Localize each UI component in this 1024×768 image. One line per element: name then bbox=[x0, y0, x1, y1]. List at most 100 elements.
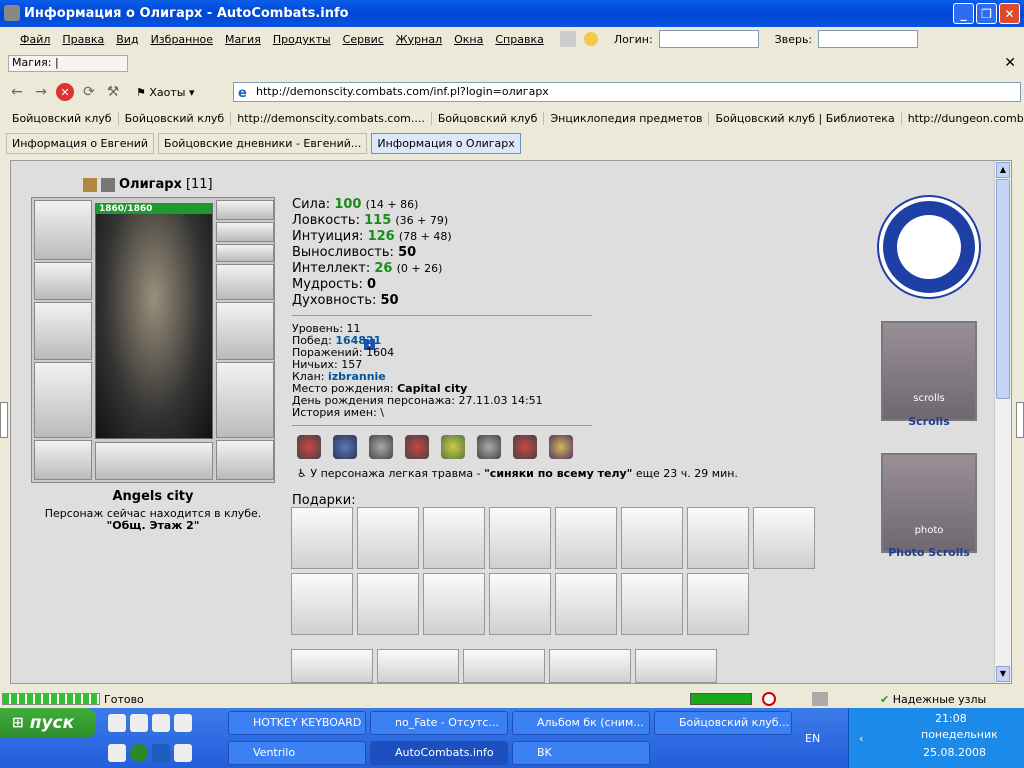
badge-icon[interactable] bbox=[477, 435, 501, 459]
task-album[interactable]: Альбом бк (сним... bbox=[512, 711, 650, 735]
menu-magic[interactable]: Магия bbox=[219, 33, 267, 46]
gift-item[interactable] bbox=[489, 507, 551, 569]
scrolls-banner[interactable]: scrolls bbox=[881, 321, 977, 421]
gift-item[interactable] bbox=[291, 649, 373, 683]
clock-time[interactable]: 21:08 bbox=[935, 712, 967, 725]
gift-item[interactable] bbox=[423, 573, 485, 635]
quicklaunch-icon[interactable] bbox=[108, 744, 126, 762]
task-ventrilo[interactable]: Ventrilo bbox=[228, 741, 366, 765]
amulet-slot[interactable] bbox=[216, 222, 274, 242]
quicklaunch-icon[interactable] bbox=[108, 714, 126, 732]
gift-item[interactable] bbox=[635, 649, 717, 683]
minimize-button[interactable]: _ bbox=[953, 3, 974, 24]
badge-icon[interactable] bbox=[369, 435, 393, 459]
gift-item[interactable] bbox=[357, 507, 419, 569]
ie-icon[interactable] bbox=[152, 744, 170, 762]
weapon-left-slot[interactable] bbox=[34, 302, 92, 360]
timer-icon[interactable] bbox=[762, 692, 776, 706]
menu-products[interactable]: Продукты bbox=[267, 33, 337, 46]
close-toolbar-icon[interactable]: ✕ bbox=[1004, 55, 1016, 71]
helmet-slot[interactable] bbox=[34, 200, 92, 260]
link-item[interactable]: Энциклопедия предметов bbox=[544, 111, 710, 125]
menu-journal[interactable]: Журнал bbox=[390, 33, 448, 46]
boots-slot[interactable] bbox=[216, 440, 274, 480]
tab-evgeniy-info[interactable]: Информация о Евгений bbox=[6, 133, 155, 154]
gift-item[interactable] bbox=[621, 573, 683, 635]
scroll-up-icon[interactable]: ▲ bbox=[996, 162, 1010, 178]
gift-item[interactable] bbox=[621, 507, 683, 569]
gift-item[interactable] bbox=[687, 507, 749, 569]
menu-help[interactable]: Справка bbox=[489, 33, 549, 46]
tray-expand-icon[interactable]: ‹ bbox=[859, 732, 863, 745]
gift-item[interactable] bbox=[753, 507, 815, 569]
task-nofate[interactable]: no_Fate - Отсутс... bbox=[370, 711, 508, 735]
quicklaunch-icon[interactable] bbox=[130, 714, 148, 732]
quicklaunch-icon[interactable] bbox=[174, 714, 192, 732]
quicklaunch-icon[interactable] bbox=[174, 744, 192, 762]
task-combats[interactable]: Бойцовский клуб... bbox=[654, 711, 792, 735]
task-bk-folder[interactable]: BK bbox=[512, 741, 650, 765]
language-indicator[interactable]: EN bbox=[805, 732, 820, 745]
menu-windows[interactable]: Окна bbox=[448, 33, 489, 46]
weapon-right-slot[interactable] bbox=[216, 302, 274, 360]
gift-item[interactable] bbox=[555, 573, 617, 635]
gift-item[interactable] bbox=[291, 507, 353, 569]
link-item[interactable]: http://demonscity.combats.com.... bbox=[231, 111, 432, 125]
gift-item[interactable] bbox=[291, 573, 353, 635]
login-select[interactable] bbox=[658, 30, 759, 48]
quicklaunch-icon[interactable] bbox=[152, 714, 170, 732]
badge-icon[interactable] bbox=[405, 435, 429, 459]
link-item[interactable]: Бойцовский клуб bbox=[119, 111, 232, 125]
gift-item[interactable] bbox=[377, 649, 459, 683]
menu-edit[interactable]: Правка bbox=[56, 33, 110, 46]
badge-icon[interactable] bbox=[297, 435, 321, 459]
magic-field[interactable]: Магия: | bbox=[8, 55, 128, 72]
start-button[interactable]: ⊞ пуск bbox=[0, 708, 96, 738]
badge-icon[interactable] bbox=[441, 435, 465, 459]
badge-icon[interactable] bbox=[549, 435, 573, 459]
sun-icon[interactable] bbox=[583, 32, 598, 46]
link-item[interactable]: http://dungeon.combats.com/lo... bbox=[902, 112, 1024, 125]
gloves-slot[interactable] bbox=[216, 264, 274, 300]
vertical-scrollbar[interactable]: ▲ ▼ bbox=[994, 161, 1011, 683]
gift-item[interactable] bbox=[489, 573, 551, 635]
bracers-slot[interactable] bbox=[34, 262, 92, 300]
rings-slot[interactable] bbox=[216, 244, 274, 262]
clan-logo[interactable] bbox=[879, 197, 979, 297]
beast-select[interactable] bbox=[818, 30, 919, 48]
menu-view[interactable]: Вид bbox=[110, 33, 144, 46]
photo-scrolls-banner[interactable]: photo bbox=[881, 453, 977, 553]
task-autocombats[interactable]: AutoCombats.info bbox=[370, 741, 508, 765]
scrolls-link[interactable]: Scrolls bbox=[871, 415, 987, 428]
link-item[interactable]: Бойцовский клуб bbox=[432, 111, 545, 125]
bk-icon[interactable] bbox=[559, 31, 576, 47]
task-hotkey[interactable]: HOTKEY KEYBOARD bbox=[228, 711, 366, 735]
gift-item[interactable] bbox=[463, 649, 545, 683]
belt-slot[interactable] bbox=[34, 440, 92, 480]
earrings-slot[interactable] bbox=[216, 200, 274, 220]
gift-item[interactable] bbox=[549, 649, 631, 683]
menu-favorites[interactable]: Избранное bbox=[145, 33, 219, 46]
right-panel-toggle[interactable] bbox=[1016, 402, 1024, 438]
scroll-thumb[interactable] bbox=[996, 179, 1010, 399]
tab-oligarh-info[interactable]: Информация о Олигарх bbox=[371, 133, 521, 154]
gift-item[interactable] bbox=[423, 507, 485, 569]
menu-service[interactable]: Сервис bbox=[337, 33, 390, 46]
maximize-button[interactable]: ❐ bbox=[976, 3, 997, 24]
gift-item[interactable] bbox=[357, 573, 419, 635]
armor-slot[interactable] bbox=[34, 362, 92, 438]
link-item[interactable]: Бойцовский клуб | Библиотека bbox=[709, 111, 902, 125]
gift-item[interactable] bbox=[555, 507, 617, 569]
badge-icon[interactable] bbox=[333, 435, 357, 459]
legs-slot[interactable] bbox=[216, 362, 274, 438]
photo-scrolls-link[interactable]: Photo Scrolls bbox=[871, 546, 987, 559]
tools-icon[interactable]: ⚒ bbox=[104, 83, 122, 101]
address-bar[interactable]: e http://demonscity.combats.com/inf.pl?l… bbox=[233, 82, 1021, 102]
tab-diaries[interactable]: Бойцовские дневники - Евгений... bbox=[158, 133, 368, 154]
link-item[interactable]: Бойцовский клуб bbox=[6, 111, 119, 125]
gift-item[interactable] bbox=[687, 573, 749, 635]
left-panel-toggle[interactable] bbox=[0, 402, 8, 438]
back-icon[interactable]: ← bbox=[8, 83, 26, 101]
close-button[interactable]: ✕ bbox=[999, 3, 1020, 24]
chaos-button[interactable]: ⚑ Хаоты ▾ bbox=[136, 86, 195, 99]
